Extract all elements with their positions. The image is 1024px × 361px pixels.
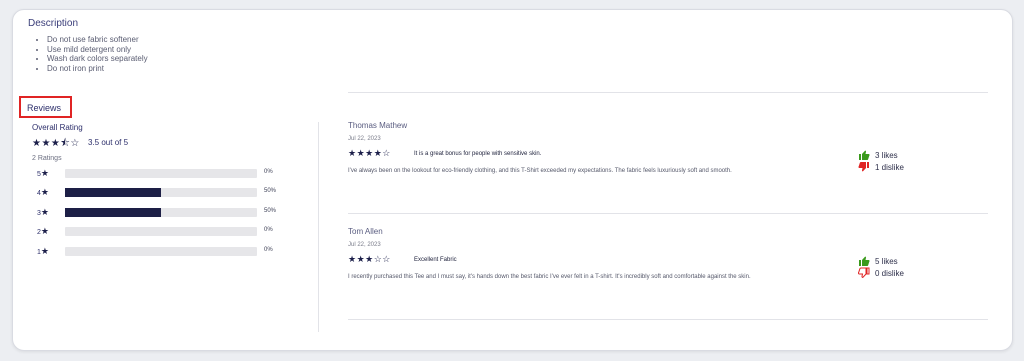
column-divider: [318, 122, 319, 332]
review-body: I've always been on the lookout for eco-…: [348, 168, 732, 174]
rating-percent: 0%: [264, 227, 273, 233]
reviewer-name: Tom Allen: [348, 227, 383, 236]
rating-row-label: 4★: [37, 187, 49, 198]
rating-row-label: 1★: [37, 246, 49, 257]
review-item: Tom Allen Jul 22, 2023 ★★★☆☆ Excellent F…: [348, 227, 988, 322]
rating-bar-track: [65, 247, 257, 256]
rating-row-label: 3★: [37, 207, 49, 218]
product-details-card: Description Do not use fabric softener U…: [12, 9, 1013, 351]
review-title: It is a great bonus for people with sens…: [414, 151, 542, 157]
rating-row-1: 1★ 0%: [37, 246, 297, 258]
reviewer-name: Thomas Mathew: [348, 121, 408, 130]
like-count: 5 likes: [875, 257, 898, 266]
rating-percent: 0%: [264, 169, 273, 175]
description-item: Do not iron print: [47, 64, 148, 74]
star-icon: ★: [40, 246, 49, 256]
rating-row-4: 4★ 50%: [37, 187, 297, 199]
rating-bar-track: [65, 208, 257, 217]
star-icon: ★: [40, 226, 49, 236]
thumbs-up-icon: [859, 150, 870, 160]
description-list: Do not use fabric softener Use mild dete…: [34, 35, 148, 73]
star-icon: ★: [40, 187, 49, 197]
star-icon: ★: [40, 168, 49, 178]
rating-percent: 50%: [264, 188, 277, 194]
ratings-count: 2 Ratings: [32, 155, 62, 162]
rating-bar-fill: [65, 208, 161, 217]
rating-percent: 0%: [264, 247, 273, 253]
rating-bar-track: [65, 188, 257, 197]
rating-row-3: 3★ 50%: [37, 207, 297, 219]
rating-row-2: 2★ 0%: [37, 226, 297, 238]
dislike-count: 0 dislike: [875, 269, 904, 278]
thumbs-down-outline-icon: [858, 267, 870, 279]
review-stars: ★★★☆☆: [348, 254, 391, 264]
description-item: Use mild detergent only: [47, 45, 148, 55]
dislike-count: 1 dislike: [875, 163, 904, 172]
review-body: I recently purchased this Tee and I must…: [348, 274, 751, 280]
like-count: 3 likes: [875, 151, 898, 160]
thumbs-up-icon: [859, 256, 870, 266]
reviews-title: Reviews: [27, 103, 62, 113]
review-stars: ★★★★☆: [348, 148, 391, 158]
rating-bar-track: [65, 169, 257, 178]
overall-rating-value: 3.5 out of 5: [88, 138, 129, 147]
description-item: Do not use fabric softener: [47, 35, 148, 45]
rating-bar-fill: [65, 188, 161, 197]
overall-rating-label: Overall Rating: [32, 123, 83, 132]
section-divider: [348, 92, 988, 93]
rating-row-label: 2★: [37, 226, 49, 237]
rating-percent: 50%: [264, 208, 277, 214]
review-divider: [348, 213, 988, 214]
review-title: Excellent Fabric: [414, 257, 457, 263]
review-date: Jul 22, 2023: [348, 136, 381, 142]
rating-row-label: 5★: [37, 168, 49, 179]
review-item: Thomas Mathew Jul 22, 2023 ★★★★☆ It is a…: [348, 121, 988, 216]
overall-rating-stars: ★★★⯪☆: [32, 138, 80, 149]
rating-bar-track: [65, 227, 257, 236]
review-date: Jul 22, 2023: [348, 242, 381, 248]
star-icon: ★: [40, 207, 49, 217]
rating-row-5: 5★ 0%: [37, 168, 297, 180]
description-item: Wash dark colors separately: [47, 54, 148, 64]
description-title: Description: [28, 18, 79, 29]
thumbs-down-icon: [858, 162, 869, 172]
review-divider: [348, 319, 988, 320]
